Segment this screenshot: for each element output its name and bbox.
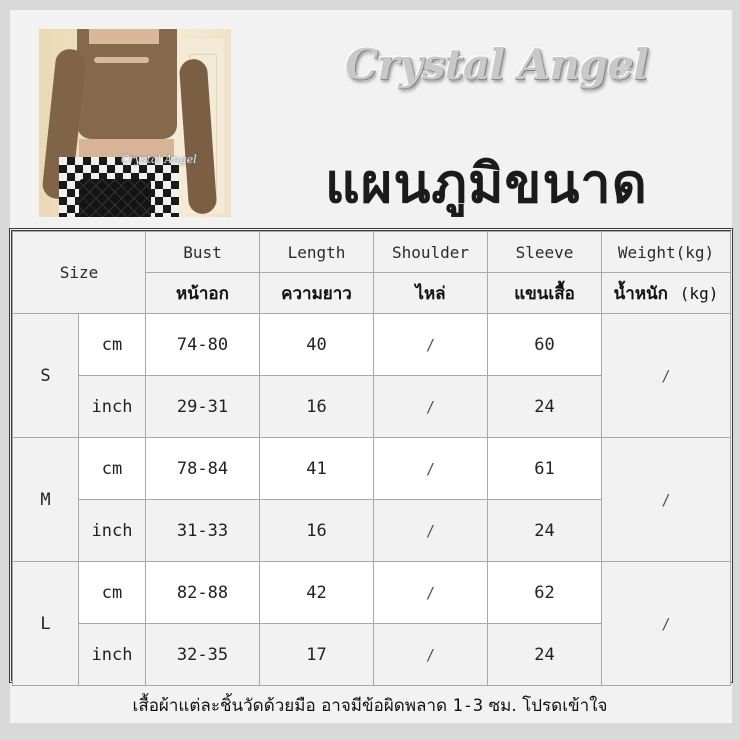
col-weight-en: Weight(kg) bbox=[601, 231, 731, 273]
col-bust-en: Bust bbox=[145, 231, 260, 273]
shoulder-cell: / bbox=[373, 313, 488, 376]
table-row: L cm 82-88 42 / 62 / bbox=[12, 561, 731, 686]
col-sleeve-th: แขนเสื้อ bbox=[487, 272, 602, 314]
weight-cell: / bbox=[601, 561, 731, 686]
shoulder-cell: / bbox=[373, 499, 488, 562]
length-cell: 16 bbox=[259, 499, 374, 562]
unit-cell: inch bbox=[78, 499, 146, 562]
header-row-english: Size Bust Length Shoulder Sleeve Weight(… bbox=[12, 231, 731, 314]
shoulder-cell: / bbox=[373, 437, 488, 500]
photo-neck bbox=[89, 29, 159, 44]
length-cell: 16 bbox=[259, 375, 374, 438]
shoulder-cell: / bbox=[373, 623, 488, 686]
length-cell: 40 bbox=[259, 313, 374, 376]
table-row: M cm 78-84 41 / 61 / bbox=[12, 437, 731, 562]
bust-cell: 78-84 bbox=[145, 437, 260, 500]
bust-cell: 31-33 bbox=[145, 499, 260, 562]
photo-cutout bbox=[94, 57, 149, 63]
measurement-note: เสื้อผ้าแต่ละชิ้นวัดด้วยมือ อาจมีข้อผิดพ… bbox=[0, 692, 740, 719]
sparkle-icon: ✦ bbox=[612, 55, 634, 85]
photo-watermark: Crystal Angel bbox=[121, 153, 197, 166]
brand-logo: Crystal Angel bbox=[345, 40, 649, 89]
table-row: S cm 74-80 40 / 60 / bbox=[12, 313, 731, 438]
sleeve-cell: 61 bbox=[487, 437, 602, 500]
note-range: 1-3 bbox=[452, 696, 484, 716]
sleeve-cell: 62 bbox=[487, 561, 602, 624]
col-sleeve-en: Sleeve bbox=[487, 231, 602, 273]
unit-cell: cm bbox=[78, 561, 146, 624]
bust-cell: 29-31 bbox=[145, 375, 260, 438]
col-weight-th-unit: (kg) bbox=[679, 283, 719, 303]
col-shoulder-en: Shoulder bbox=[373, 231, 488, 273]
bust-cell: 82-88 bbox=[145, 561, 260, 624]
shoulder-cell: / bbox=[373, 375, 488, 438]
length-cell: 41 bbox=[259, 437, 374, 500]
size-label: M bbox=[12, 437, 79, 562]
page-title: แผนภูมิขนาด bbox=[325, 152, 648, 215]
size-label: S bbox=[12, 313, 79, 438]
bust-cell: 74-80 bbox=[145, 313, 260, 376]
sleeve-cell: 60 bbox=[487, 313, 602, 376]
weight-cell: / bbox=[601, 437, 731, 562]
unit-cell: inch bbox=[78, 375, 146, 438]
product-photo: Crystal Angel bbox=[39, 29, 231, 217]
col-shoulder-th: ไหล่ bbox=[373, 272, 488, 314]
col-weight-th: น้ำหนัก (kg) bbox=[601, 272, 731, 314]
length-cell: 42 bbox=[259, 561, 374, 624]
sleeve-cell: 24 bbox=[487, 499, 602, 562]
col-length-th: ความยาว bbox=[259, 272, 374, 314]
unit-cell: cm bbox=[78, 313, 146, 376]
note-text-1: เสื้อผ้าแต่ละชิ้นวัดด้วยมือ อาจมีข้อผิดพ… bbox=[132, 696, 448, 716]
note-text-2: ซม. โปรดเข้าใจ bbox=[488, 696, 608, 716]
bust-cell: 32-35 bbox=[145, 623, 260, 686]
col-weight-th-label: น้ำหนัก bbox=[613, 283, 668, 304]
size-chart-table: Size Bust Length Shoulder Sleeve Weight(… bbox=[9, 228, 733, 686]
photo-top bbox=[77, 29, 177, 139]
weight-cell: / bbox=[601, 313, 731, 438]
col-length-en: Length bbox=[259, 231, 374, 273]
size-label: L bbox=[12, 561, 79, 686]
sleeve-cell: 24 bbox=[487, 623, 602, 686]
length-cell: 17 bbox=[259, 623, 374, 686]
unit-cell: cm bbox=[78, 437, 146, 500]
sleeve-cell: 24 bbox=[487, 375, 602, 438]
photo-quilted-bag bbox=[79, 179, 151, 217]
col-bust-th: หน้าอก bbox=[145, 272, 260, 314]
unit-cell: inch bbox=[78, 623, 146, 686]
size-header: Size bbox=[12, 231, 146, 314]
shoulder-cell: / bbox=[373, 561, 488, 624]
